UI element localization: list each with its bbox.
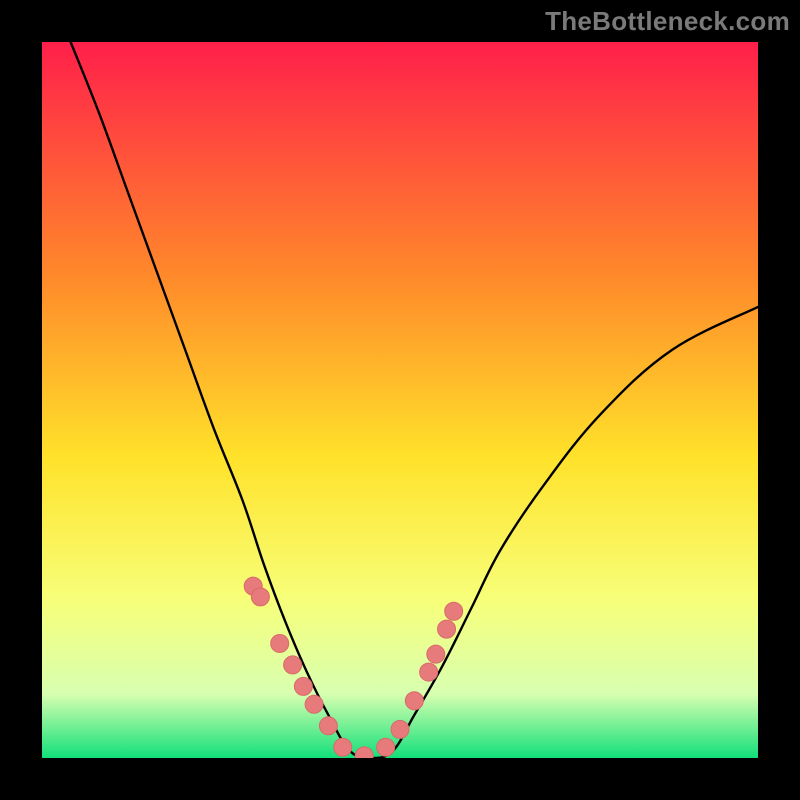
sample-dot — [445, 602, 463, 620]
sample-dot — [438, 620, 456, 638]
sample-dot — [405, 692, 423, 710]
sample-dot — [294, 677, 312, 695]
sample-dot — [377, 738, 395, 756]
sample-dot — [251, 588, 269, 606]
gradient-background — [42, 42, 758, 758]
sample-dot — [427, 645, 445, 663]
sample-dot — [305, 695, 323, 713]
sample-dot — [319, 717, 337, 735]
chart-canvas — [42, 42, 758, 758]
chart-stage: TheBottleneck.com — [0, 0, 800, 800]
sample-dot — [271, 634, 289, 652]
sample-dot — [334, 738, 352, 756]
watermark-text: TheBottleneck.com — [545, 6, 790, 37]
sample-dot — [284, 656, 302, 674]
sample-dot — [420, 663, 438, 681]
sample-dot — [391, 720, 409, 738]
plot-area — [42, 42, 758, 758]
